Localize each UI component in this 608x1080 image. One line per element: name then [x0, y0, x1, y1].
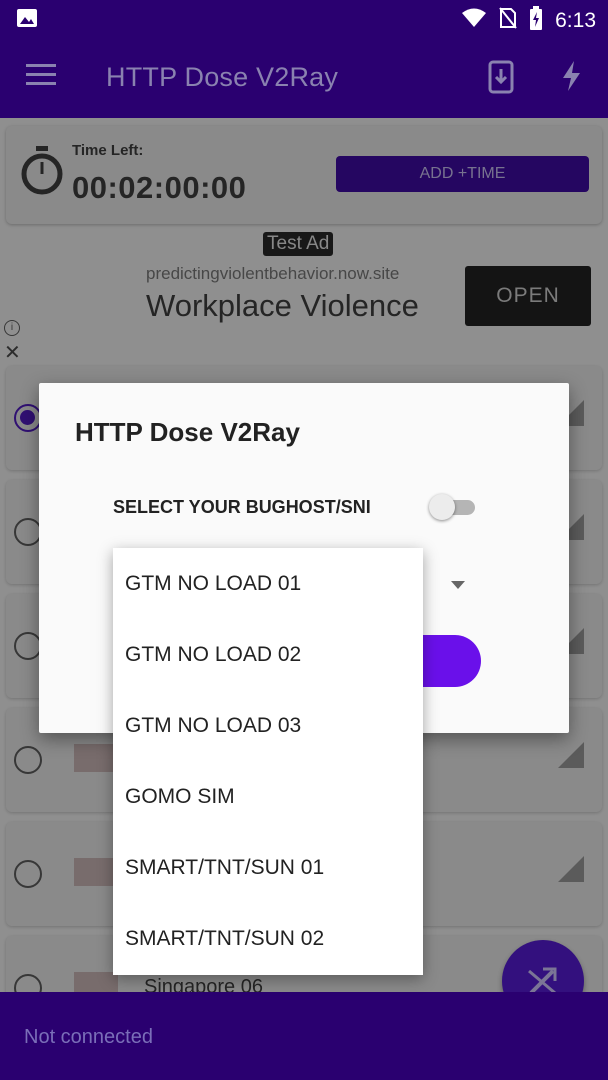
dialog-title: HTTP Dose V2Ray: [75, 417, 300, 447]
menu-icon[interactable]: [26, 64, 56, 90]
download-icon[interactable]: [488, 60, 514, 99]
dropdown-option[interactable]: SMART/TNT/SUN 02: [113, 903, 423, 974]
dropdown-option[interactable]: GTM NO LOAD 02: [113, 619, 423, 690]
dropdown-option[interactable]: SMART/TNT/SUN 01: [113, 832, 423, 903]
clock: 6:13: [555, 8, 596, 32]
bughost-dropdown: GTM NO LOAD 01 GTM NO LOAD 02 GTM NO LOA…: [113, 548, 423, 975]
status-bar: 6:13: [0, 0, 608, 38]
app-title: HTTP Dose V2Ray: [106, 62, 339, 92]
wifi-icon: [461, 8, 487, 33]
app-bar: HTTP Dose V2Ray: [0, 38, 608, 118]
chevron-down-icon[interactable]: [451, 581, 465, 589]
sni-toggle[interactable]: [429, 494, 477, 520]
no-sim-icon: [499, 7, 517, 34]
dropdown-option[interactable]: GTM NO LOAD 01: [113, 548, 423, 619]
dropdown-option[interactable]: GTM NO LOAD 03: [113, 690, 423, 761]
dropdown-option[interactable]: GOMO SIM: [113, 761, 423, 832]
connection-status-bar: Not connected: [0, 992, 608, 1080]
image-notification-icon: [16, 8, 38, 33]
sni-label: SELECT YOUR BUGHOST/SNI: [113, 497, 371, 517]
toggle-thumb: [429, 494, 455, 520]
flash-icon[interactable]: [560, 60, 582, 97]
connection-status: Not connected: [24, 1026, 153, 1048]
battery-charging-icon: [529, 6, 543, 35]
